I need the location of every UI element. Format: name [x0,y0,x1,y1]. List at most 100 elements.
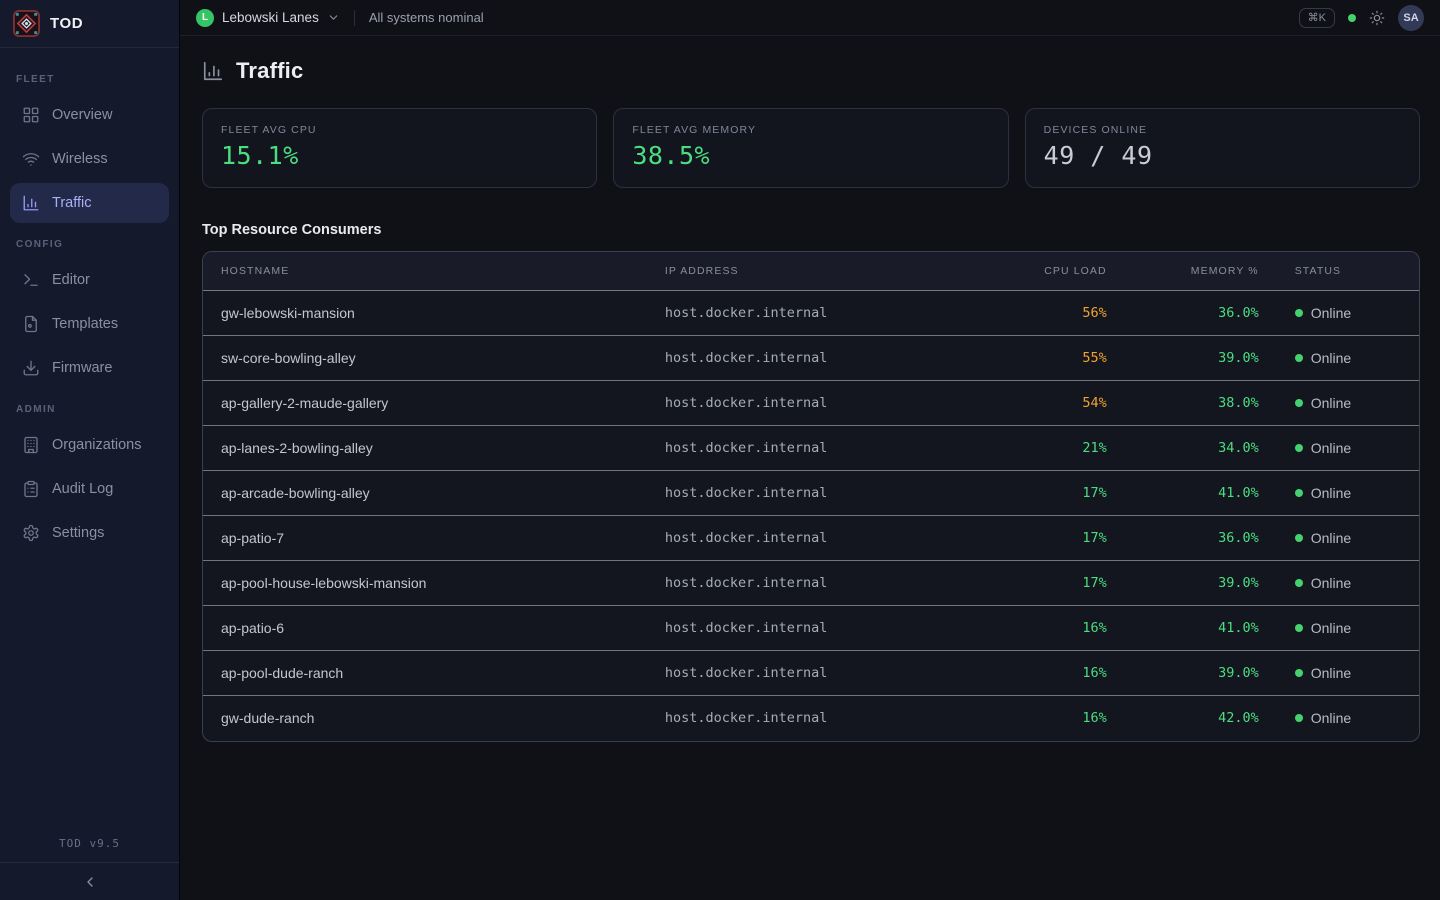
sidebar-item-label: Editor [52,272,90,288]
table-row[interactable]: sw-core-bowling-alley host.docker.intern… [203,336,1419,381]
app-version: TOD v9.5 [0,827,179,862]
system-status-text: All systems nominal [369,10,484,25]
user-avatar[interactable]: SA [1398,5,1424,31]
status-cell: Online [1277,561,1419,606]
clipboard-icon [22,480,40,498]
sidebar-item-organizations[interactable]: Organizations [10,425,169,465]
ip-cell: host.docker.internal [647,516,975,561]
status-cell: Online [1277,606,1419,651]
sidebar-item-traffic[interactable]: Traffic [10,183,169,223]
stat-card-devices-online: DEVICES ONLINE 49 / 49 [1025,108,1420,188]
command-palette-shortcut[interactable]: ⌘K [1299,8,1335,28]
stat-value: 49 / 49 [1044,141,1401,170]
ip-cell: host.docker.internal [647,606,975,651]
memory-cell: 41.0% [1125,471,1277,516]
org-name: Lebowski Lanes [222,10,319,25]
memory-cell: 39.0% [1125,561,1277,606]
stat-label: DEVICES ONLINE [1044,124,1401,136]
wifi-icon [22,150,40,168]
table-row[interactable]: ap-patio-6 host.docker.internal 16% 41.0… [203,606,1419,651]
cpu-load-cell: 17% [975,561,1125,606]
app-logo-icon [13,10,40,37]
nav-section-fleet: FLEET [10,62,169,95]
sidebar-item-firmware[interactable]: Firmware [10,348,169,388]
sidebar-item-settings[interactable]: Settings [10,513,169,553]
hostname-cell: ap-patio-6 [203,606,647,651]
cpu-load-cell: 17% [975,471,1125,516]
gear-icon [22,524,40,542]
column-header-status[interactable]: STATUS [1277,252,1419,291]
column-header-cpu[interactable]: CPU LOAD [975,252,1125,291]
cpu-load-cell: 55% [975,336,1125,381]
status-dot-icon [1295,624,1303,632]
status-dot-icon [1295,579,1303,587]
column-header-hostname[interactable]: HOSTNAME [203,252,647,291]
status-dot-icon [1295,309,1303,317]
section-title: Top Resource Consumers [202,222,1420,238]
sidebar-item-audit-log[interactable]: Audit Log [10,469,169,509]
sidebar: TOD FLEET Overview Wireless Traffic CONF… [0,0,180,900]
nav-section-config: CONFIG [10,227,169,260]
cpu-load-cell: 21% [975,426,1125,471]
sidebar-item-templates[interactable]: Templates [10,304,169,344]
sidebar-collapse-button[interactable] [0,862,179,900]
hostname-cell: ap-pool-dude-ranch [203,651,647,696]
table-row[interactable]: ap-arcade-bowling-alley host.docker.inte… [203,471,1419,516]
health-dot-icon [1348,14,1356,22]
ip-cell: host.docker.internal [647,561,975,606]
bar-chart-icon [202,60,224,82]
sidebar-item-label: Settings [52,525,104,541]
memory-cell: 38.0% [1125,381,1277,426]
file-icon [22,315,40,333]
sidebar-footer: TOD v9.5 [0,827,179,900]
page-title: Traffic [236,58,303,84]
app-logo-row: TOD [0,0,179,48]
status-label: Online [1311,440,1351,456]
table-row[interactable]: ap-pool-house-lebowski-mansion host.dock… [203,561,1419,606]
hostname-cell: ap-gallery-2-maude-gallery [203,381,647,426]
ip-cell: host.docker.internal [647,696,975,741]
hostname-cell: sw-core-bowling-alley [203,336,647,381]
stats-row: FLEET AVG CPU 15.1% FLEET AVG MEMORY 38.… [202,108,1420,188]
memory-cell: 39.0% [1125,651,1277,696]
table-row[interactable]: gw-dude-ranch host.docker.internal 16% 4… [203,696,1419,741]
bar-chart-icon [22,194,40,212]
column-header-memory[interactable]: MEMORY % [1125,252,1277,291]
chevron-left-icon [82,874,98,890]
sidebar-item-overview[interactable]: Overview [10,95,169,135]
app-name: TOD [50,15,83,32]
cpu-load-cell: 16% [975,696,1125,741]
cpu-load-cell: 56% [975,291,1125,336]
table-row[interactable]: gw-lebowski-mansion host.docker.internal… [203,291,1419,336]
stat-value: 15.1% [221,141,578,170]
table-row[interactable]: ap-patio-7 host.docker.internal 17% 36.0… [203,516,1419,561]
sidebar-item-label: Overview [52,107,112,123]
table-row[interactable]: ap-lanes-2-bowling-alley host.docker.int… [203,426,1419,471]
sidebar-item-wireless[interactable]: Wireless [10,139,169,179]
org-switcher[interactable]: L Lebowski Lanes [196,9,340,27]
status-label: Online [1311,395,1351,411]
sidebar-item-label: Audit Log [52,481,113,497]
memory-cell: 41.0% [1125,606,1277,651]
column-header-ip[interactable]: IP ADDRESS [647,252,975,291]
ip-cell: host.docker.internal [647,651,975,696]
topbar: L Lebowski Lanes All systems nominal ⌘K … [180,0,1440,36]
nav-section-admin: ADMIN [10,392,169,425]
sidebar-item-label: Traffic [52,195,91,211]
sidebar-item-label: Wireless [52,151,108,167]
theme-toggle-button[interactable] [1369,10,1385,26]
org-avatar: L [196,9,214,27]
hostname-cell: ap-pool-house-lebowski-mansion [203,561,647,606]
status-cell: Online [1277,696,1419,741]
table-row[interactable]: ap-pool-dude-ranch host.docker.internal … [203,651,1419,696]
stat-label: FLEET AVG MEMORY [632,124,989,136]
status-cell: Online [1277,336,1419,381]
sidebar-item-editor[interactable]: Editor [10,260,169,300]
ip-cell: host.docker.internal [647,471,975,516]
memory-cell: 34.0% [1125,426,1277,471]
status-label: Online [1311,620,1351,636]
table-row[interactable]: ap-gallery-2-maude-gallery host.docker.i… [203,381,1419,426]
sidebar-item-label: Templates [52,316,118,332]
cpu-load-cell: 16% [975,651,1125,696]
status-dot-icon [1295,714,1303,722]
